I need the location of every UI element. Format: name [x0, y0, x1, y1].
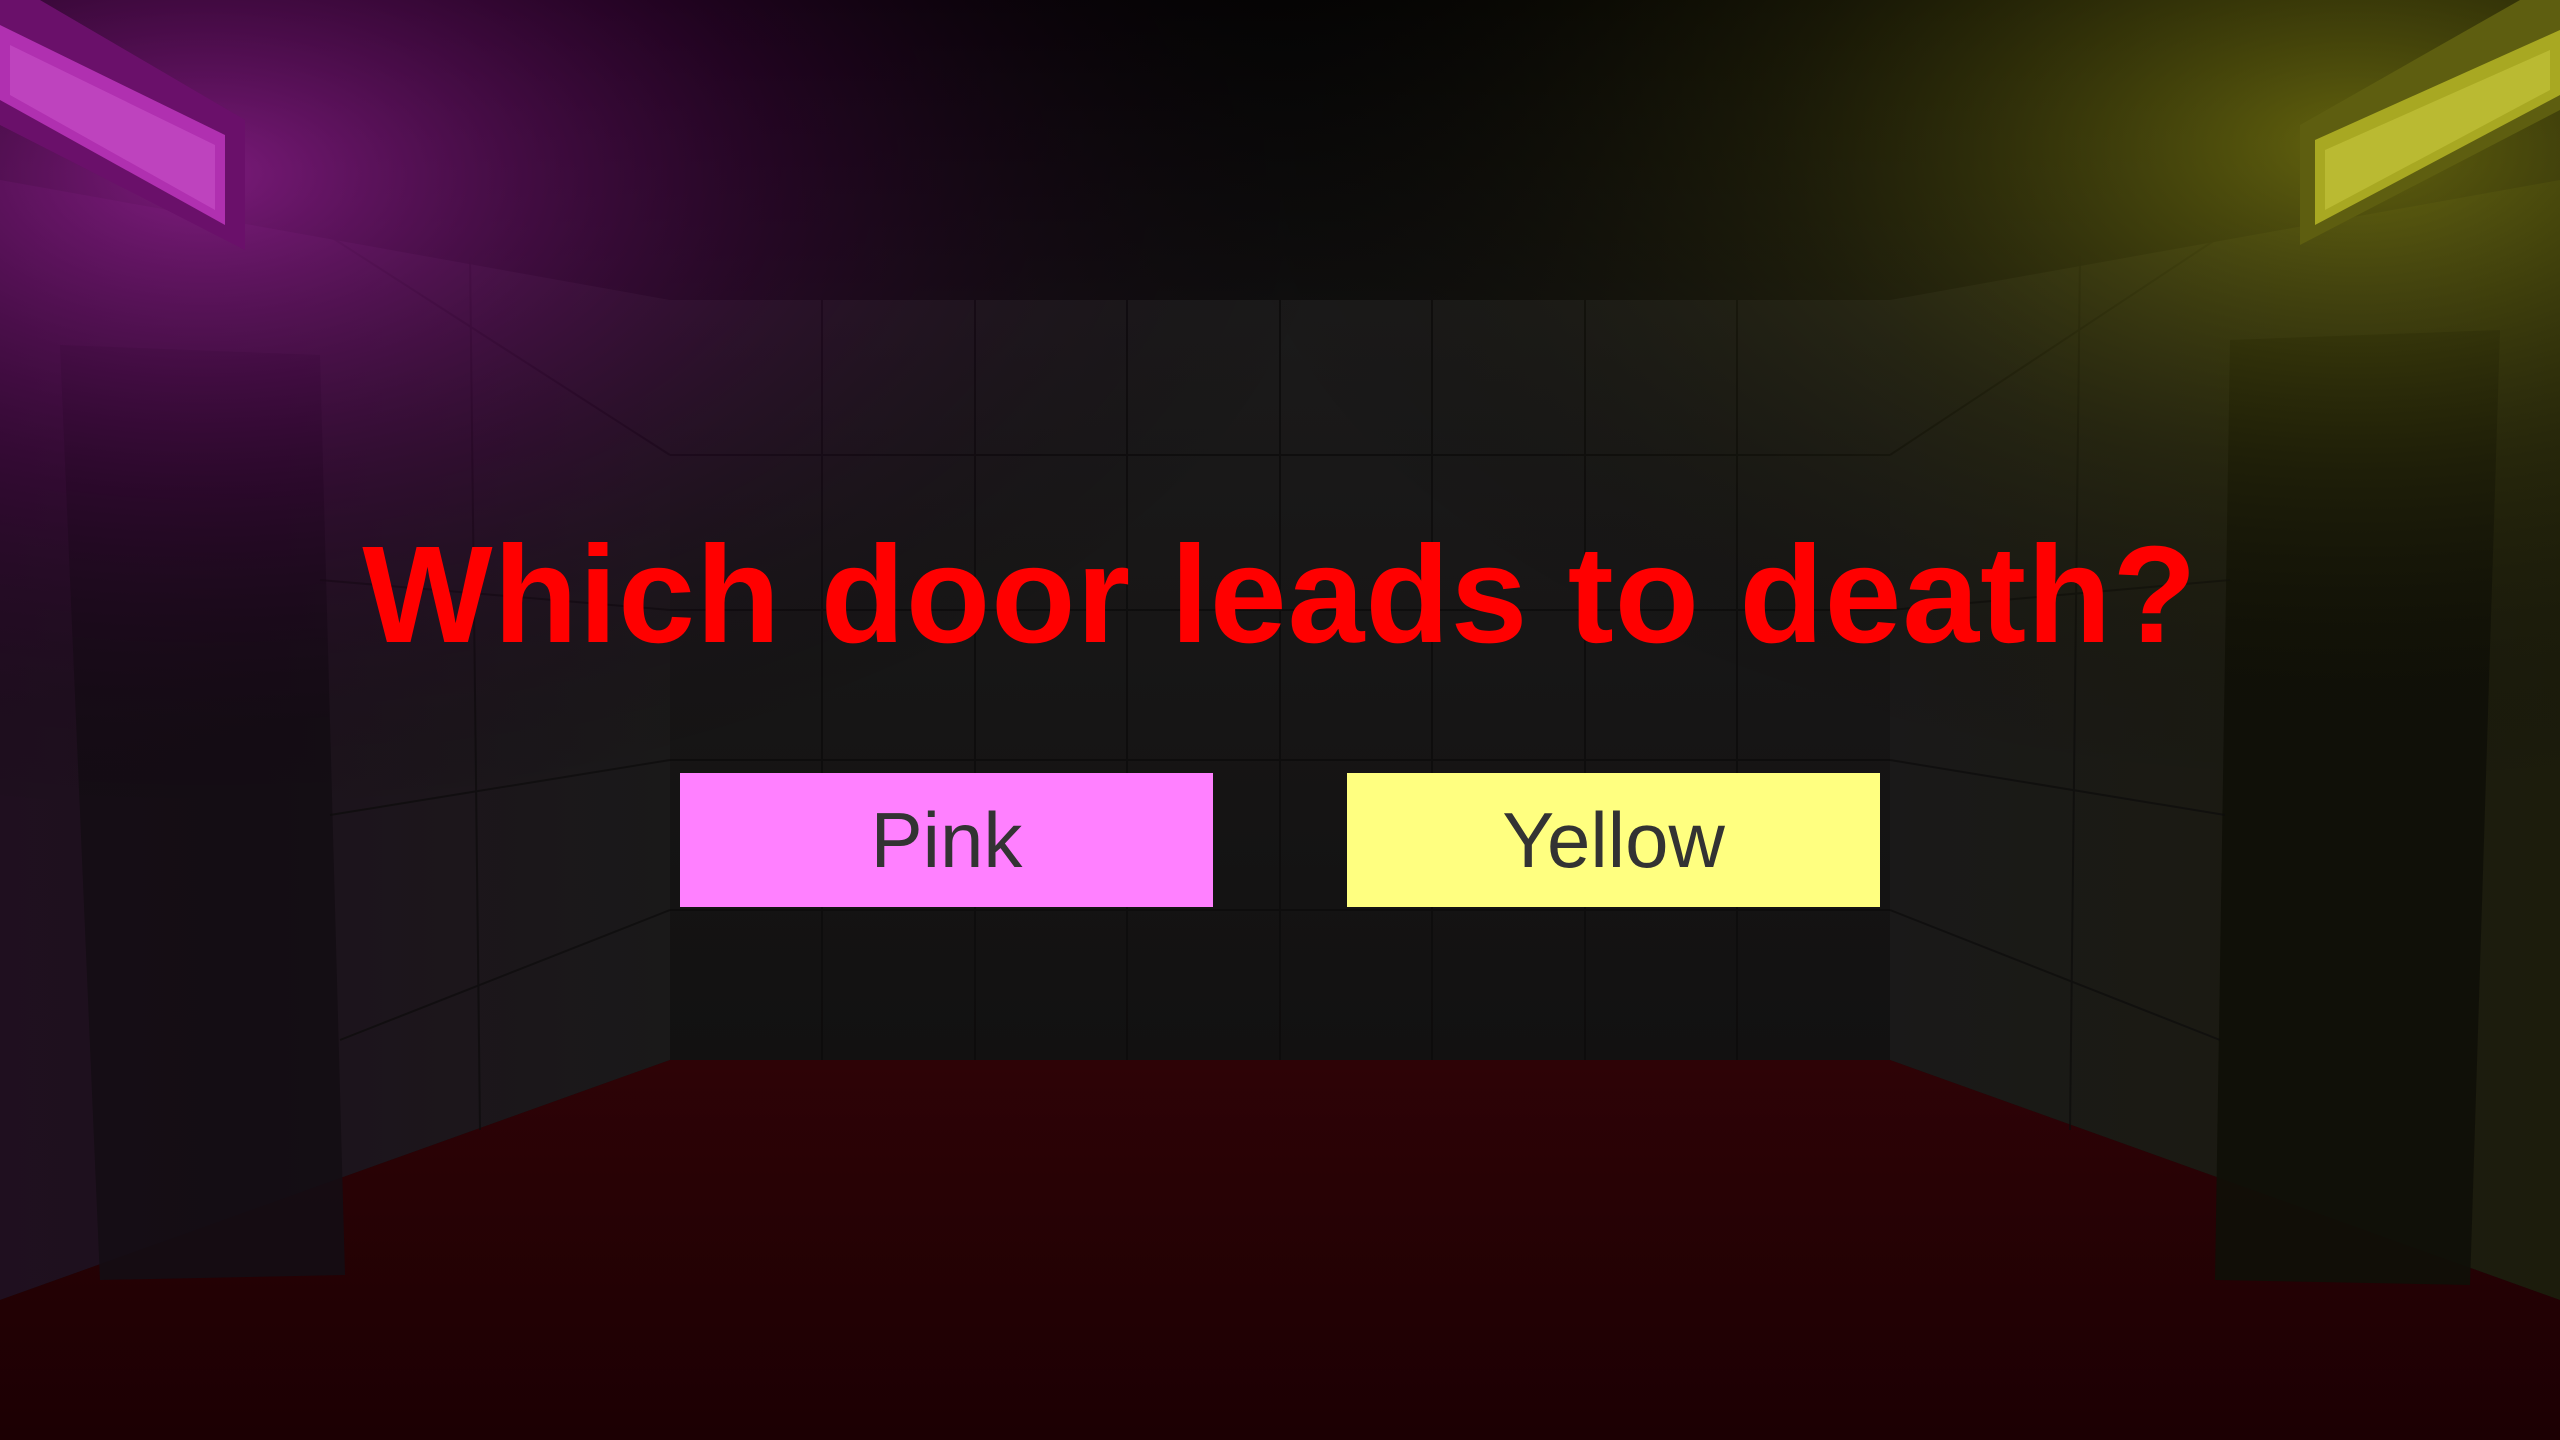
game-scene: Which door leads to death? Pink Yellow [0, 0, 2560, 1440]
pink-door-button[interactable]: Pink [680, 773, 1213, 907]
room-background [0, 0, 2560, 1440]
question-title: Which door leads to death? [362, 518, 2198, 672]
yellow-door-button[interactable]: Yellow [1347, 773, 1880, 907]
